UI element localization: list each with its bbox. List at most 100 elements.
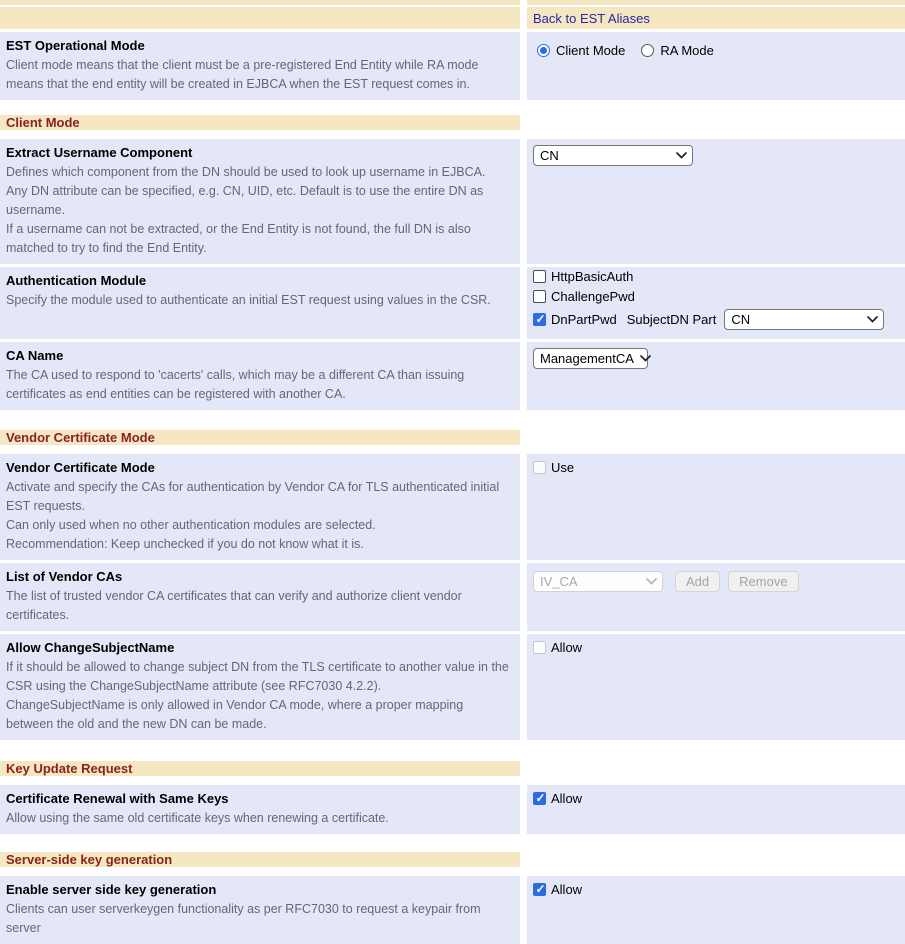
vendor-mode-use-label: Use: [551, 460, 574, 475]
row-ca-name: CA Name The CA used to respond to 'cacer…: [0, 342, 905, 410]
section-title: Server-side key generation: [6, 852, 172, 867]
row-extract-username-component: Extract Username Component Defines which…: [0, 139, 905, 264]
chevron-down-icon: [646, 578, 657, 585]
back-to-est-aliases-link[interactable]: Back to EST Aliases: [533, 11, 650, 26]
vendor-ca-select: IV_CA: [533, 571, 663, 592]
header-row: Back to EST Aliases: [0, 7, 905, 29]
field-title: Certificate Renewal with Same Keys: [6, 789, 513, 809]
description-line: Defines which component from the DN shou…: [6, 163, 513, 182]
select-value: CN: [731, 312, 750, 327]
challengepwd-checkbox[interactable]: [533, 290, 546, 303]
field-title: EST Operational Mode: [6, 36, 513, 56]
extract-username-select[interactable]: CN: [533, 145, 693, 166]
field-title: Authentication Module: [6, 271, 513, 291]
dnpartpwd-label[interactable]: DnPartPwd: [551, 312, 617, 327]
select-value: IV_CA: [540, 574, 578, 589]
field-description: The CA used to respond to 'cacerts' call…: [6, 366, 513, 404]
ra-mode-radio-label[interactable]: RA Mode: [660, 43, 713, 58]
server-keygen-label-cell: Enable server side key generation Client…: [0, 876, 520, 944]
vendor-mode-use-checkbox: [533, 461, 546, 474]
description-line: Any DN attribute can be specified, e.g. …: [6, 182, 513, 220]
renewal-allow-label[interactable]: Allow: [551, 791, 582, 806]
field-description: Clients can user serverkeygen functional…: [6, 900, 513, 938]
field-description: Specify the module used to authenticate …: [6, 291, 513, 310]
section-title: Client Mode: [6, 115, 80, 130]
ca-name-control-cell: ManagementCA: [527, 342, 905, 410]
httpbasicauth-label[interactable]: HttpBasicAuth: [551, 269, 633, 284]
row-list-of-vendor-cas: List of Vendor CAs The list of trusted v…: [0, 563, 905, 631]
httpbasicauth-row: HttpBasicAuth: [533, 269, 899, 284]
section-title-cell: Vendor Certificate Mode: [0, 430, 520, 445]
field-description: If it should be allowed to change subjec…: [6, 658, 513, 734]
vendor-mode-use-row: Use: [533, 460, 899, 475]
section-title: Key Update Request: [6, 761, 132, 776]
challengepwd-label[interactable]: ChallengePwd: [551, 289, 635, 304]
row-authentication-module: Authentication Module Specify the module…: [0, 267, 905, 339]
chevron-down-icon: [640, 355, 651, 362]
ca-name-label-cell: CA Name The CA used to respond to 'cacer…: [0, 342, 520, 410]
renewal-allow-row: Allow: [533, 791, 899, 806]
top-strip-left: [0, 0, 520, 5]
top-strip: [0, 0, 905, 5]
row-est-operational-mode: EST Operational Mode Client mode means t…: [0, 32, 905, 100]
vendor-mode-control-cell: Use: [527, 454, 905, 560]
dnpartpwd-checkbox[interactable]: [533, 313, 546, 326]
renew-same-keys-checkbox[interactable]: [533, 792, 546, 805]
description-line: If it should be allowed to change subjec…: [6, 658, 513, 696]
field-description: Allow using the same old certificate key…: [6, 809, 513, 828]
row-certificate-renewal: Certificate Renewal with Same Keys Allow…: [0, 785, 905, 834]
vendor-list-label-cell: List of Vendor CAs The list of trusted v…: [0, 563, 520, 631]
dnpartpwd-row: DnPartPwd SubjectDN Part CN: [533, 309, 899, 330]
operational-mode-radio-group: Client Mode RA Mode: [533, 38, 899, 58]
row-enable-server-side-key-generation: Enable server side key generation Client…: [0, 876, 905, 944]
client-mode-radio-label[interactable]: Client Mode: [556, 43, 625, 58]
server-keygen-allow-row: Allow: [533, 882, 899, 897]
row-allow-changesubjectname: Allow ChangeSubjectName If it should be …: [0, 634, 905, 740]
description-line: If a username can not be extracted, or t…: [6, 220, 513, 258]
section-server-side-key-generation: Server-side key generation: [0, 845, 905, 873]
field-title: CA Name: [6, 346, 513, 366]
field-description: Client mode means that the client must b…: [6, 56, 513, 94]
subjectdn-part-label: SubjectDN Part: [627, 312, 717, 327]
ca-name-select[interactable]: ManagementCA: [533, 348, 648, 369]
change-subject-control-cell: Allow: [527, 634, 905, 740]
extract-label-cell: Extract Username Component Defines which…: [0, 139, 520, 264]
vendor-mode-label-cell: Vendor Certificate Mode Activate and spe…: [0, 454, 520, 560]
vendor-ca-controls: IV_CA Add Remove: [533, 569, 899, 592]
server-keygen-allow-label[interactable]: Allow: [551, 882, 582, 897]
field-title: List of Vendor CAs: [6, 567, 513, 587]
section-title: Vendor Certificate Mode: [6, 430, 155, 445]
change-subject-allow-label: Allow: [551, 640, 582, 655]
description-line: Activate and specify the CAs for authent…: [6, 478, 513, 516]
description-line: ChangeSubjectName is only allowed in Ven…: [6, 696, 513, 734]
section-vendor-certificate-mode: Vendor Certificate Mode: [0, 424, 905, 451]
field-title: Enable server side key generation: [6, 880, 513, 900]
est-mode-control-cell: Client Mode RA Mode: [527, 32, 905, 100]
field-description: The list of trusted vendor CA certificat…: [6, 587, 513, 625]
vendor-list-control-cell: IV_CA Add Remove: [527, 563, 905, 631]
row-vendor-certificate-mode: Vendor Certificate Mode Activate and spe…: [0, 454, 905, 560]
field-title: Allow ChangeSubjectName: [6, 638, 513, 658]
change-subject-label-cell: Allow ChangeSubjectName If it should be …: [0, 634, 520, 740]
section-title-cell: Key Update Request: [0, 761, 520, 776]
ra-mode-radio[interactable]: [641, 44, 654, 57]
field-title: Extract Username Component: [6, 143, 513, 163]
httpbasicauth-checkbox[interactable]: [533, 270, 546, 283]
est-alias-config-page: Back to EST Aliases EST Operational Mode…: [0, 0, 905, 944]
subjectdn-part-select[interactable]: CN: [724, 309, 884, 330]
header-right-cell: Back to EST Aliases: [527, 7, 905, 29]
select-value: CN: [540, 148, 559, 163]
auth-control-cell: HttpBasicAuth ChallengePwd DnPartPwd Sub…: [527, 267, 905, 339]
field-description: Activate and specify the CAs for authent…: [6, 478, 513, 554]
description-line: Recommendation: Keep unchecked if you do…: [6, 535, 513, 554]
add-button: Add: [675, 571, 720, 592]
field-description: Defines which component from the DN shou…: [6, 163, 513, 258]
challengepwd-row: ChallengePwd: [533, 289, 899, 304]
server-keygen-control-cell: Allow: [527, 876, 905, 944]
extract-control-cell: CN: [527, 139, 905, 264]
change-subject-name-checkbox: [533, 641, 546, 654]
client-mode-radio[interactable]: [537, 44, 550, 57]
server-keygen-checkbox[interactable]: [533, 883, 546, 896]
section-key-update-request: Key Update Request: [0, 754, 905, 782]
change-subject-allow-row: Allow: [533, 640, 899, 655]
